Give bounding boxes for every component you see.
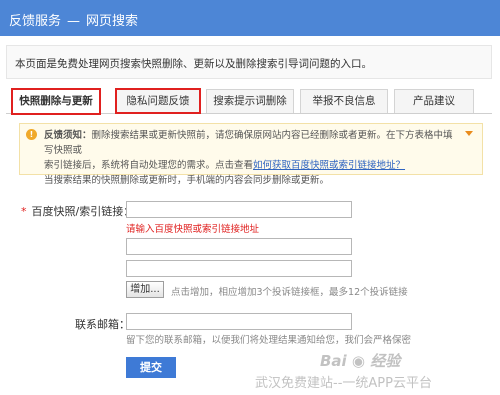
add-link-button[interactable]: 增加... [126,281,164,298]
submit-button[interactable]: 提交 [126,357,176,378]
tab-suggestion-delete[interactable]: 搜索提示词删除 [206,89,294,113]
url-input-2[interactable] [126,238,352,255]
header-bar: 反馈服务 — 网页搜索 [0,0,500,36]
notice-line-3: 当搜索结果的快照删除或更新时，手机端的内容会同步删除或更新。 [44,175,330,186]
email-label: 联系邮箱： [75,318,130,331]
tab-privacy-feedback[interactable]: 隐私问题反馈 [115,88,201,114]
exclamation-icon: ! [26,129,37,140]
notice-title: 反馈须知： [44,130,92,141]
watermark-text: 武汉免费建站--一统APP云平台 [255,376,432,391]
tab-product-suggestion[interactable]: 产品建议 [394,89,474,113]
help-link[interactable]: 如何获取百度快照或索引链接地址？ [253,160,405,171]
intro-banner: 本页面是免费处理网页搜索快照删除、更新以及删除搜索引导词问题的入口。 [6,45,492,79]
page-title: 反馈服务 — 网页搜索 [9,10,138,29]
url-input-3[interactable] [126,260,352,277]
notice-box: ! 反馈须知：删除搜索结果或更新快照前，请您确保原网站内容已经删除或者更新。在下… [19,123,483,186]
watermark-logo: Bai ◉ 经验 [320,352,401,370]
title-separator: — [67,14,81,29]
url-input-1[interactable] [126,201,352,218]
title-sub: 网页搜索 [86,14,139,29]
notice-line-2: 索引链接后，系统将自动处理您的需求。点击查看如何获取百度快照或索引链接地址？ [44,160,406,171]
tab-bar: 快照删除与更新 隐私问题反馈 搜索提示词删除 举报不良信息 产品建议 [6,85,492,115]
tab-snapshot-delete-update[interactable]: 快照删除与更新 [11,88,101,115]
url-label: * 百度快照/索引链接： [21,205,135,218]
title-main: 反馈服务 [9,14,62,29]
collapse-caret-icon[interactable] [465,131,473,136]
tab-report-bad-info[interactable]: 举报不良信息 [300,89,388,113]
url-error-text: 请输入百度快照或索引链接地址 [126,224,260,235]
notice-line-1: 反馈须知：删除搜索结果或更新快照前，请您确保原网站内容已经删除或者更新。在下方表… [44,130,453,156]
add-hint-text: 点击增加，相应增加3个投诉链接框，最多12个投诉链接 [171,287,408,298]
required-mark: * [21,205,27,218]
email-hint-text: 留下您的联系邮箱，以便我们将处理结果通知给您，我们会严格保密 [126,335,412,346]
email-input[interactable] [126,313,352,330]
